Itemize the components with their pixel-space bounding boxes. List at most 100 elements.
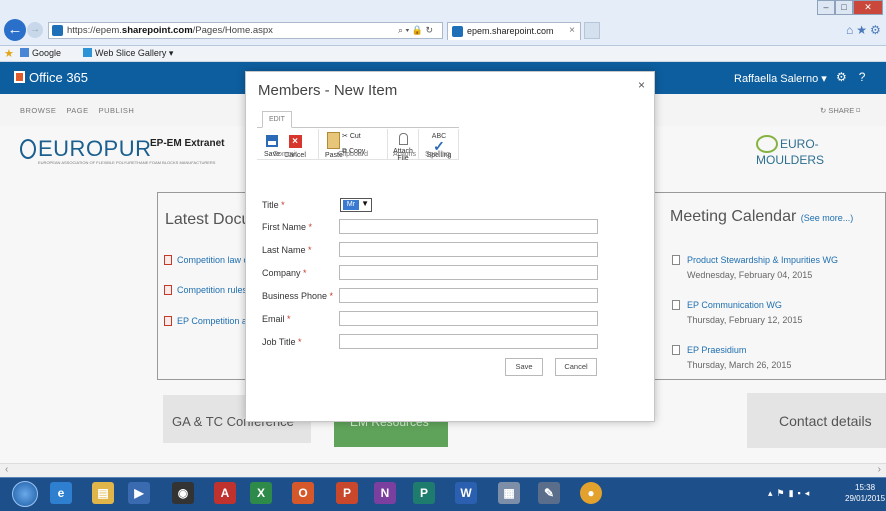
company-input[interactable] (339, 265, 598, 280)
ribbon-divider (318, 129, 319, 159)
group-commit: Commit (273, 151, 298, 158)
event-icon (672, 345, 680, 355)
user-menu[interactable]: Raffaella Salerno ▾ (734, 72, 827, 85)
publisher-icon[interactable]: P (413, 482, 435, 504)
explorer-icon[interactable]: ▤ (92, 482, 114, 504)
dialog-title: Members - New Item (258, 82, 398, 99)
word-icon[interactable]: W (455, 482, 477, 504)
excel-icon[interactable]: X (250, 482, 272, 504)
scroll-left-icon[interactable]: ‹ (5, 464, 8, 475)
calendar-event[interactable]: EP Communication WG Thursday, February 12… (672, 300, 802, 325)
calculator-icon[interactable]: ▦ (498, 482, 520, 504)
paste-icon (326, 132, 340, 149)
calendar-event[interactable]: Product Stewardship & Impurities WG Wedne… (672, 255, 838, 280)
office-icon (14, 71, 25, 83)
europur-logo[interactable]: EUROPUR (20, 136, 152, 162)
ribbon-cut-button[interactable]: ✂ Cut (342, 132, 361, 140)
label-title: Title * (262, 200, 285, 210)
site-title[interactable]: EP-EM Extranet (150, 138, 224, 149)
calendar-event[interactable]: EP Praesidium Thursday, March 26, 2015 (672, 345, 791, 370)
paperclip-icon (398, 133, 408, 145)
tab-edit[interactable]: EDIT (262, 111, 292, 128)
app-icon[interactable]: ◉ (172, 482, 194, 504)
horizontal-scrollbar[interactable]: ‹ › (0, 463, 886, 477)
cancel-icon: × (288, 135, 302, 148)
title-select[interactable]: Mr ▼ (340, 198, 372, 212)
system-tray[interactable]: ▴⚑▮▪◂ (768, 488, 813, 499)
save-button[interactable]: Save (505, 358, 543, 376)
event-icon (672, 300, 680, 310)
doc-link[interactable]: Competition law c (164, 255, 248, 265)
forward-button[interactable]: → (27, 22, 43, 38)
document-icon (164, 316, 172, 326)
back-button[interactable]: ← (4, 19, 26, 41)
event-icon (672, 255, 680, 265)
label-last-name: Last Name * (262, 245, 312, 255)
access-icon[interactable]: A (214, 482, 236, 504)
first-name-input[interactable] (339, 219, 598, 234)
fav-webslice-link[interactable]: Web Slice Gallery ▾ (83, 48, 173, 59)
maximize-button[interactable]: □ (835, 0, 853, 15)
europur-tagline: EUROPEAN ASSOCIATION OF FLEXIBLE POLYURE… (38, 160, 216, 165)
favorites-star-icon[interactable]: ★ (4, 47, 14, 60)
label-email: Email * (262, 314, 291, 324)
see-more-link[interactable]: (See more...) (801, 213, 854, 223)
label-first-name: First Name * (262, 222, 313, 232)
cancel-button[interactable]: Cancel (555, 358, 597, 376)
ribbon-divider (458, 129, 459, 159)
latest-docs-title: Latest Docu (165, 211, 251, 228)
document-icon (164, 285, 172, 295)
meeting-calendar-title: Meeting Calendar (See more...) (670, 208, 854, 225)
app-icon[interactable]: ✎ (538, 482, 560, 504)
last-name-input[interactable] (339, 242, 598, 257)
onenote-icon[interactable]: N (374, 482, 396, 504)
tab-close-icon[interactable]: × (569, 25, 575, 36)
suite-icons[interactable]: ⚙? (836, 70, 877, 84)
doc-link[interactable]: EP Competition ar (164, 316, 250, 326)
ribbon-divider (418, 129, 419, 159)
tab-publish[interactable]: PUBLISH (99, 106, 135, 115)
outlook-icon[interactable]: O (292, 482, 314, 504)
euromoulders-logo[interactable]: EURO-MOULDERS (756, 135, 886, 167)
tab-title: epem.sharepoint.com (467, 26, 554, 36)
ribbon-divider (387, 129, 388, 159)
ie-icon[interactable]: e (50, 482, 72, 504)
ribbon-tabs: BROWSE PAGE PUBLISH (20, 106, 144, 115)
group-spelling: Spelling (425, 151, 450, 158)
save-icon (266, 135, 278, 147)
label-company: Company * (262, 268, 307, 278)
fav-google-link[interactable]: Google (20, 48, 61, 58)
tab-page[interactable]: PAGE (66, 106, 88, 115)
business-phone-input[interactable] (339, 288, 598, 303)
address-bar[interactable]: https://epem.sharepoint.com/Pages/Home.a… (48, 22, 443, 39)
doc-link[interactable]: Competition rules (164, 285, 247, 295)
scroll-right-icon[interactable]: › (878, 464, 881, 475)
new-tab-button[interactable] (584, 22, 600, 39)
browser-tab[interactable]: epem.sharepoint.com × (447, 22, 581, 40)
sharepoint-favicon-icon (452, 26, 463, 37)
sharepoint-favicon-icon (52, 25, 63, 36)
tab-browse[interactable]: BROWSE (20, 106, 56, 115)
address-tools[interactable]: ⌕ ▾ 🔒 ↻ (398, 25, 433, 36)
google-icon (20, 48, 29, 57)
label-job-title: Job Title * (262, 337, 302, 347)
job-title-input[interactable] (339, 334, 598, 349)
share-button[interactable]: ↻ SHARE ⌑ (820, 106, 860, 115)
email-input[interactable] (339, 311, 598, 326)
close-window-button[interactable]: ✕ (853, 0, 883, 15)
favorites-bar: ★ Google Web Slice Gallery ▾ (0, 46, 886, 62)
contact-details-label: Contact details (779, 413, 872, 429)
browser-tools[interactable]: ⌂★⚙ (846, 23, 884, 37)
minimize-button[interactable]: – (817, 0, 835, 15)
chrome-icon[interactable]: ● (580, 482, 602, 504)
media-icon[interactable]: ▶ (128, 482, 150, 504)
group-clipboard: Clipboard (338, 151, 368, 158)
webslice-icon (83, 48, 92, 57)
start-button[interactable] (12, 481, 38, 507)
window-controls: – □ ✕ (817, 0, 886, 17)
office365-link[interactable]: Office 365 (14, 70, 88, 85)
clock[interactable]: 15:38 29/01/2015 (845, 482, 885, 504)
chevron-down-icon: ▼ (361, 199, 369, 208)
powerpoint-icon[interactable]: P (336, 482, 358, 504)
dialog-close-icon[interactable]: × (638, 78, 645, 92)
